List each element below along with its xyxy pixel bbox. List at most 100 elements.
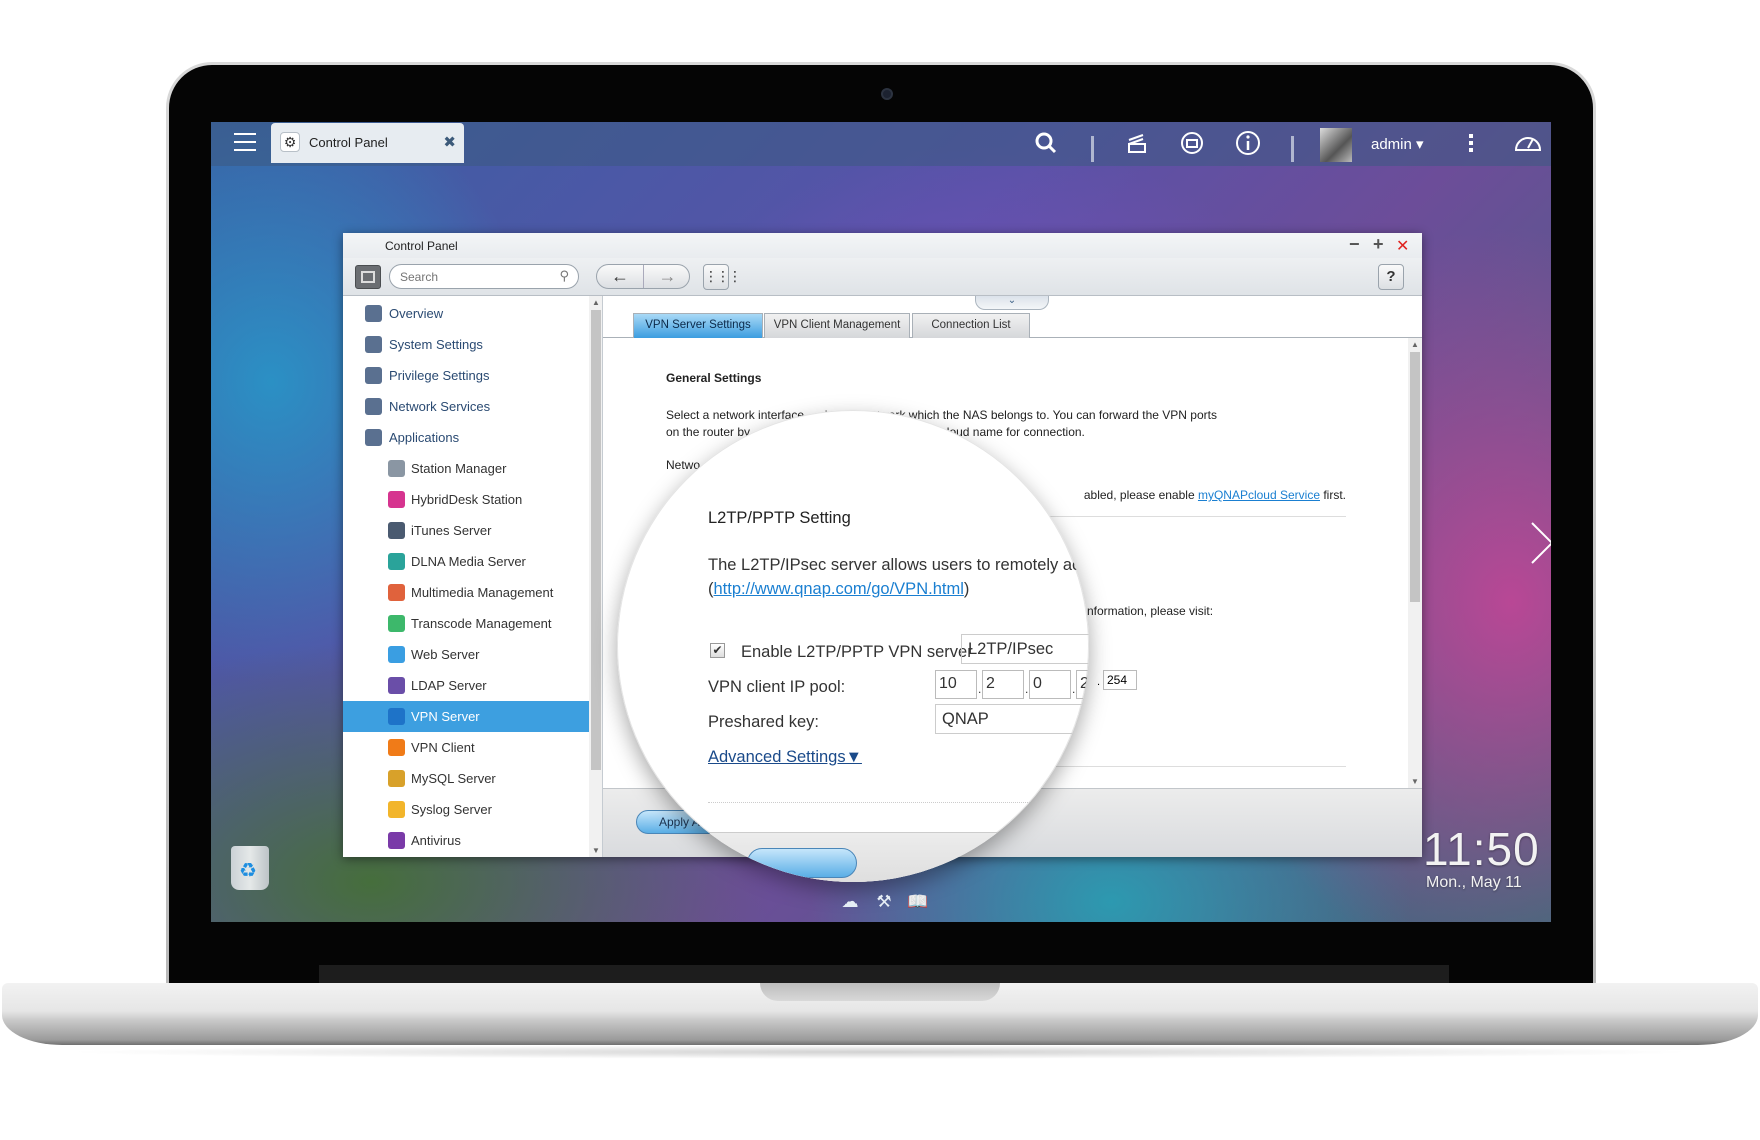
enable-vpn-checkbox[interactable]: ✔	[710, 643, 725, 658]
ldap-icon	[388, 677, 405, 694]
magnifier-callout: L2TP/PPTP Setting The L2TP/IPsec server …	[617, 410, 1089, 882]
search-input[interactable]	[400, 268, 550, 286]
user-menu[interactable]: admin ▾	[1371, 135, 1424, 153]
close-button[interactable]: ✕	[1396, 236, 1409, 256]
more-icon[interactable]	[1469, 134, 1475, 155]
sidebar-item-ldap-server[interactable]: LDAP Server	[343, 670, 589, 701]
history-nav: ← →	[596, 264, 690, 289]
search-box: ⚲	[389, 264, 579, 289]
ip-pool-octet-1[interactable]: 10	[935, 670, 977, 699]
preshared-key-field[interactable]: QNAP	[935, 704, 1089, 734]
background-tasks-icon[interactable]	[1124, 130, 1150, 156]
mycloud-icon[interactable]: ☁	[838, 892, 862, 912]
sidebar-item-label: Multimedia Management	[411, 585, 554, 600]
all-apps-button[interactable]: ⋮⋮⋮	[703, 264, 742, 290]
gear-icon: ⚙	[280, 132, 300, 152]
back-button[interactable]: ←	[597, 265, 644, 288]
sidebar-item-label: Web Server	[411, 647, 480, 662]
mycloud-service-link[interactable]: myQNAPcloud Service	[1198, 488, 1320, 502]
sidebar-item-hybriddesk-station[interactable]: HybridDesk Station	[343, 484, 589, 515]
sidebar-item-vpn-client[interactable]: VPN Client	[343, 732, 589, 763]
vpn-help-link[interactable]: http://www.qnap.com/go/VPN.html	[714, 580, 964, 598]
scrollbar-thumb[interactable]	[1410, 352, 1420, 602]
ip-pool-end-field[interactable]: 254	[1103, 670, 1137, 690]
chevron-down-icon[interactable]: ⌄	[975, 296, 1049, 310]
dashboard-icon[interactable]	[1513, 130, 1543, 156]
taskbar-separator	[1091, 136, 1094, 162]
avatar[interactable]	[1320, 128, 1352, 162]
help-button[interactable]: ?	[1378, 264, 1404, 290]
preshared-key-label: Preshared key:	[708, 713, 819, 731]
sidebar-item-mysql-server[interactable]: MySQL Server	[343, 763, 589, 794]
ip-pool-octet-3[interactable]: 0	[1029, 670, 1071, 699]
mysql-icon	[388, 770, 405, 787]
sidebar-item-network-services[interactable]: Network Services	[343, 391, 589, 422]
ip-pool-label: VPN client IP pool:	[708, 678, 846, 696]
magnified-apply-button[interactable]	[747, 848, 857, 878]
sidebar-item-label: VPN Server	[411, 709, 480, 724]
tab-connection-list[interactable]: Connection List	[912, 313, 1030, 338]
sidebar-item-overview[interactable]: Overview	[343, 298, 589, 329]
sidebar-item-itunes-server[interactable]: iTunes Server	[343, 515, 589, 546]
forward-button[interactable]: →	[644, 265, 689, 288]
sidebar-icon	[361, 271, 375, 283]
laptop-notch	[760, 983, 1000, 1001]
maximize-button[interactable]: +	[1373, 234, 1384, 255]
sidebar-item-antivirus[interactable]: Antivirus	[343, 825, 589, 856]
ip-pool-octet-2[interactable]: 2	[982, 670, 1024, 699]
sidebar-item-web-server[interactable]: Web Server	[343, 639, 589, 670]
chevron-right-icon[interactable]	[1529, 520, 1551, 566]
scroll-down-icon[interactable]: ▼	[592, 846, 600, 855]
taskbar-separator	[1291, 136, 1294, 162]
sidebar-item-dlna-media-server[interactable]: DLNA Media Server	[343, 546, 589, 577]
scrollbar-thumb[interactable]	[591, 310, 601, 770]
tab-vpn-server-settings[interactable]: VPN Server Settings	[633, 313, 763, 338]
search-icon[interactable]: ⚲	[559, 268, 569, 284]
sidebar-item-label: Overview	[389, 306, 444, 321]
l2tp-link-line: (http://www.qnap.com/go/VPN.html)	[708, 580, 969, 599]
taskbar-tab-control-panel[interactable]: ⚙ Control Panel ✖	[271, 123, 464, 163]
content-scrollbar[interactable]: ▲ ▼	[1408, 338, 1422, 788]
search-icon[interactable]	[1033, 130, 1059, 156]
recycle-bin[interactable]: ♻	[229, 840, 271, 892]
sidebar-item-system-settings[interactable]: System Settings	[343, 329, 589, 360]
sidebar-item-label: Station Manager	[411, 461, 507, 476]
ip-dot: .	[1097, 676, 1101, 688]
sidebar-item-label: Applications	[389, 430, 460, 445]
section-heading: General Settings	[666, 371, 762, 385]
ip-pool-octet-4[interactable]: 2	[1076, 670, 1089, 699]
webcam	[881, 88, 893, 100]
sidebar-item-privilege-settings[interactable]: Privilege Settings	[343, 360, 589, 391]
tools-icon[interactable]: ⚒	[872, 892, 896, 912]
close-icon[interactable]: ✖	[443, 133, 456, 151]
sidebar-item-vpn-server[interactable]: VPN Server	[343, 701, 589, 732]
scroll-up-icon[interactable]: ▲	[592, 298, 600, 307]
scroll-down-icon[interactable]: ▼	[1411, 777, 1419, 786]
sidebar-item-syslog-server[interactable]: Syslog Server	[343, 794, 589, 825]
dlna-icon	[388, 553, 405, 570]
hybriddesk-icon	[388, 491, 405, 508]
sidebar-item-multimedia-management[interactable]: Multimedia Management	[343, 577, 589, 608]
sidebar-item-label: Privilege Settings	[389, 368, 490, 383]
sidebar-scrollbar[interactable]: ▲ ▼	[589, 296, 602, 857]
taskbar: ⚙ Control Panel ✖ admin ▾	[211, 122, 1551, 166]
dock: ☁ ⚒ 📖	[838, 892, 940, 914]
sidebar-item-label: LDAP Server	[411, 678, 487, 693]
globe-icon	[365, 398, 382, 415]
external-device-icon[interactable]	[1179, 130, 1205, 156]
scroll-up-icon[interactable]: ▲	[1411, 340, 1419, 349]
protocol-select[interactable]: L2TP/IPsec	[961, 634, 1089, 664]
minimize-button[interactable]: −	[1349, 234, 1360, 255]
mycloud-notice-suffix: first.	[1320, 488, 1346, 502]
window-titlebar[interactable]: Control Panel − + ✕	[343, 233, 1422, 258]
toggle-sidebar-button[interactable]	[355, 265, 381, 289]
sidebar-item-station-manager[interactable]: Station Manager	[343, 453, 589, 484]
tab-vpn-client-management[interactable]: VPN Client Management	[764, 313, 910, 338]
book-icon[interactable]: 📖	[906, 892, 930, 912]
sidebar-item-transcode-management[interactable]: Transcode Management	[343, 608, 589, 639]
sidebar-item-applications[interactable]: Applications	[343, 422, 589, 453]
info-icon[interactable]	[1235, 130, 1261, 156]
menu-icon[interactable]	[234, 133, 256, 151]
vpn-server-icon	[388, 708, 405, 725]
advanced-settings-link[interactable]: Advanced Settings▼	[708, 748, 862, 767]
